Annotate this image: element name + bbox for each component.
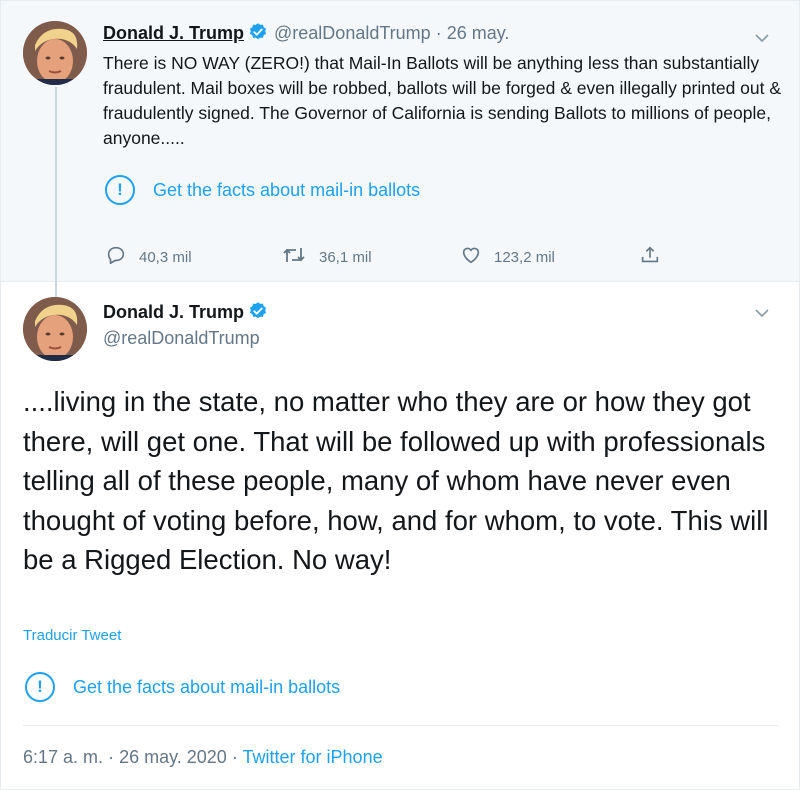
author-name[interactable]: Donald J. Trump bbox=[103, 302, 244, 322]
tweet-metadata: 6:17 a. m. · 26 may. 2020 · Twitter for … bbox=[23, 747, 383, 768]
share-button[interactable] bbox=[639, 244, 673, 270]
facts-link-label: Get the facts about mail-in ballots bbox=[73, 676, 341, 697]
like-button[interactable]: 123,2 mil bbox=[460, 244, 555, 270]
facts-link[interactable]: ! Get the facts about mail-in ballots bbox=[25, 672, 340, 702]
verified-badge-icon bbox=[248, 22, 268, 47]
retweet-icon bbox=[281, 244, 319, 270]
tweet-thread: Donald J. Trump @realDonaldTrump · 26 may… bbox=[0, 0, 800, 790]
reply-count: 40,3 mil bbox=[139, 248, 192, 266]
translate-tweet-link[interactable]: Traducir Tweet bbox=[23, 627, 121, 644]
parent-tweet[interactable]: Donald J. Trump @realDonaldTrump · 26 may… bbox=[1, 1, 799, 297]
facts-link[interactable]: ! Get the facts about mail-in ballots bbox=[105, 175, 420, 205]
reply-button[interactable]: 40,3 mil bbox=[105, 244, 192, 270]
separator-dot: · bbox=[231, 747, 238, 767]
divider bbox=[23, 725, 779, 726]
main-tweet-text: ....living in the state, no matter who t… bbox=[23, 386, 769, 575]
author-handle[interactable]: @realDonaldTrump bbox=[274, 23, 431, 43]
exclamation-circle-icon: ! bbox=[105, 175, 135, 205]
author-name[interactable]: Donald J. Trump bbox=[103, 23, 244, 43]
avatar[interactable] bbox=[23, 21, 87, 85]
tweet-source-link[interactable]: Twitter for iPhone bbox=[243, 747, 383, 767]
exclamation-circle-icon: ! bbox=[25, 672, 55, 702]
retweet-count: 36,1 mil bbox=[319, 248, 372, 266]
tweet-date[interactable]: 26 may. bbox=[447, 23, 510, 43]
reply-icon bbox=[105, 244, 139, 270]
like-count: 123,2 mil bbox=[494, 248, 555, 266]
parent-tweet-text: There is NO WAY (ZERO!) that Mail-In Bal… bbox=[103, 53, 782, 148]
main-tweet-header: Donald J. Trump bbox=[103, 301, 274, 326]
separator-dot: · bbox=[435, 23, 442, 43]
tweet-full-date[interactable]: 26 may. 2020 bbox=[119, 747, 227, 767]
chevron-down-icon[interactable] bbox=[753, 31, 771, 43]
verified-badge-icon bbox=[248, 301, 268, 326]
tweet-actions: 40,3 mil 36,1 mil 123,2 mil bbox=[105, 244, 685, 270]
facts-link-label: Get the facts about mail-in ballots bbox=[153, 179, 421, 200]
chevron-down-icon[interactable] bbox=[753, 306, 771, 318]
share-icon bbox=[639, 244, 673, 270]
tweet-time[interactable]: 6:17 a. m. bbox=[23, 747, 103, 767]
thread-connector-line bbox=[55, 87, 57, 297]
separator-dot: · bbox=[108, 747, 115, 767]
retweet-button[interactable]: 36,1 mil bbox=[281, 244, 372, 270]
avatar[interactable] bbox=[23, 297, 87, 361]
heart-icon bbox=[460, 244, 494, 270]
parent-tweet-header: Donald J. Trump @realDonaldTrump · 26 may… bbox=[103, 22, 509, 47]
author-handle[interactable]: @realDonaldTrump bbox=[103, 328, 260, 349]
